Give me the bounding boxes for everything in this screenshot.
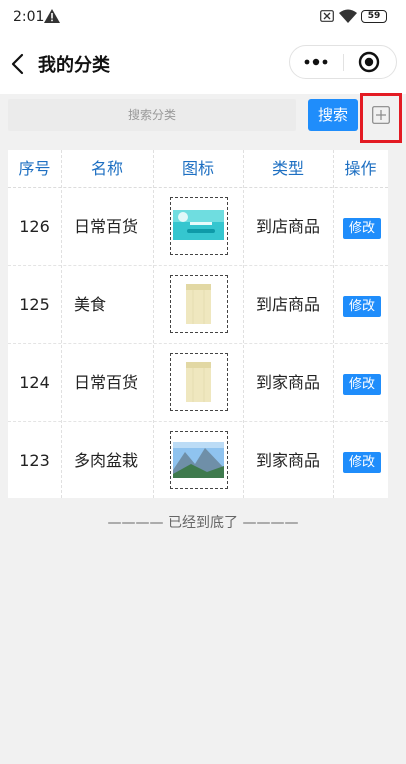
mini-program-capsule — [289, 45, 397, 79]
row-id: 125 — [19, 295, 50, 314]
close-circle-icon[interactable] — [358, 51, 380, 73]
table-row: 123 多肉盆栽 到家商品 修改 — [8, 422, 388, 500]
table-row: 125 美食 到店商品 修改 — [8, 266, 388, 344]
row-type: 到家商品 — [256, 451, 321, 470]
more-icon[interactable] — [302, 55, 330, 69]
row-name: 多肉盆栽 — [74, 451, 139, 470]
page-title: 我的分类 — [38, 55, 110, 76]
header-name: 名称 — [90, 159, 123, 178]
sim-x-icon — [320, 10, 334, 22]
table-header: 序号 名称 图标 类型 操作 — [8, 150, 388, 188]
row-type: 到家商品 — [256, 373, 321, 392]
row-id: 124 — [19, 373, 50, 392]
header-action: 操作 — [344, 159, 377, 178]
search-input[interactable]: 搜索分类 — [8, 99, 296, 131]
search-button[interactable]: 搜索 — [308, 99, 358, 131]
category-table: 序号 名称 图标 类型 操作 126 日常百货 到店商品 修改 125 美食 到… — [8, 150, 388, 498]
row-name: 美食 — [74, 295, 107, 314]
row-type: 到店商品 — [256, 217, 321, 236]
edit-button[interactable]: 修改 — [343, 218, 381, 239]
battery-icon: 59 — [361, 10, 387, 23]
search-placeholder: 搜索分类 — [127, 108, 176, 122]
edit-button[interactable]: 修改 — [343, 374, 381, 395]
header-icon: 图标 — [181, 159, 214, 178]
row-name: 日常百货 — [74, 373, 139, 392]
table-row: 126 日常百货 到店商品 修改 — [8, 188, 388, 266]
header-id: 序号 — [18, 159, 51, 178]
towel-image — [170, 353, 228, 411]
towel-image — [170, 275, 228, 333]
edit-button[interactable]: 修改 — [343, 296, 381, 317]
edit-button[interactable]: 修改 — [343, 452, 381, 473]
status-bar: 2:01 59 — [0, 0, 406, 34]
back-icon[interactable] — [6, 50, 32, 78]
header-type: 类型 — [271, 159, 304, 178]
end-of-list-note: ———— 已经到底了 ———— — [107, 515, 299, 531]
row-name: 日常百货 — [74, 217, 139, 236]
table-row: 124 日常百货 到家商品 修改 — [8, 344, 388, 422]
row-id: 123 — [19, 451, 50, 470]
wifi-icon — [339, 9, 357, 23]
warning-icon — [44, 9, 60, 23]
mountain-landscape-image — [170, 431, 228, 489]
row-type: 到店商品 — [256, 295, 321, 314]
status-time: 2:01 — [13, 9, 45, 25]
nav-bar: 我的分类 — [0, 34, 406, 94]
battery-level: 59 — [367, 11, 381, 21]
banner-image — [170, 197, 228, 255]
plus-square-icon[interactable] — [372, 106, 390, 124]
capsule-divider — [343, 54, 344, 71]
row-id: 126 — [19, 217, 50, 236]
